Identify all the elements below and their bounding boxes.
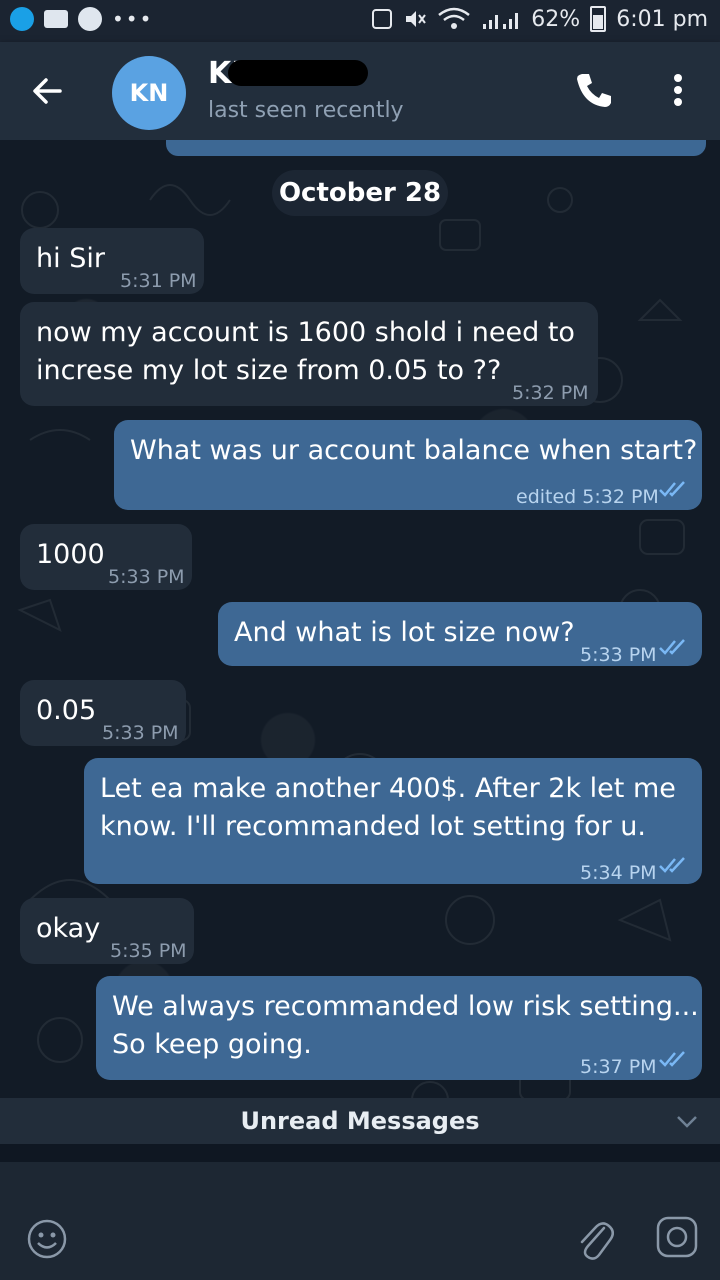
status-bar: ••• 62% 6:01 pm <box>0 0 720 42</box>
mail-icon <box>44 10 68 28</box>
arrow-left-icon <box>33 78 62 104</box>
read-receipt-icon <box>659 1051 685 1067</box>
message-time: 5:31 PM <box>120 270 197 292</box>
message-outgoing[interactable]: We always recommanded low risk setting..… <box>96 976 702 1080</box>
wifi-icon <box>438 7 471 29</box>
battery-icon <box>590 6 607 32</box>
system-icons: 62% 6:01 pm <box>371 6 708 32</box>
read-receipt-icon <box>659 481 685 497</box>
message-incoming[interactable]: okay 5:35 PM <box>20 898 194 964</box>
facebook-icon <box>78 7 102 31</box>
phone-icon <box>577 74 611 107</box>
camera-icon[interactable] <box>654 1214 700 1260</box>
read-receipt-icon <box>659 857 685 873</box>
paperclip-icon[interactable] <box>574 1216 614 1262</box>
message-time: 5:34 PM <box>580 862 657 884</box>
clock: 6:01 pm <box>616 6 708 32</box>
message-time: 5:33 PM <box>108 566 185 588</box>
battery-saver-icon <box>372 9 393 29</box>
message-time: edited 5:32 PM <box>516 486 659 508</box>
message-incoming[interactable]: 0.05 5:33 PM <box>20 680 186 746</box>
message-text: Let ea make another 400$. After 2k let m… <box>100 773 676 842</box>
previous-message-bubble <box>166 140 706 156</box>
battery-percent: 62% <box>531 6 581 32</box>
back-button[interactable] <box>24 68 70 114</box>
imo-app-icon <box>10 7 34 31</box>
mute-icon <box>406 11 427 27</box>
notification-icons: ••• <box>10 7 153 31</box>
message-outgoing[interactable]: Let ea make another 400$. After 2k let m… <box>84 758 702 884</box>
more-menu-button[interactable] <box>664 68 692 112</box>
message-time: 5:32 PM <box>512 382 589 404</box>
message-time: 5:35 PM <box>110 940 187 962</box>
more-notifications-icon: ••• <box>112 7 154 31</box>
message-incoming[interactable]: hi Sir 5:31 PM <box>20 228 204 294</box>
emoji-icon[interactable] <box>26 1218 68 1260</box>
message-text: hi Sir <box>36 243 105 274</box>
chat-header: KN KK NG last seen recently <box>0 42 720 140</box>
chevron-down-icon[interactable] <box>674 1108 700 1134</box>
unread-messages-divider: Unread Messages <box>0 1098 720 1144</box>
read-receipt-icon <box>659 639 685 655</box>
more-vertical-icon <box>674 74 682 106</box>
message-text: 1000 <box>36 539 105 570</box>
message-list[interactable]: October 28 hi Sir 5:31 PM now my account… <box>0 140 720 1140</box>
message-incoming[interactable]: 1000 5:33 PM <box>20 524 192 590</box>
message-incoming[interactable]: now my account is 1600 shold i need to i… <box>20 302 598 406</box>
message-text: And what is lot size now? <box>234 617 575 648</box>
message-time: 5:37 PM <box>580 1056 657 1078</box>
message-text: 0.05 <box>36 695 97 726</box>
message-text: What was ur account balance when start? <box>130 435 698 466</box>
redaction-mark <box>228 60 368 86</box>
signal-icon <box>483 13 519 29</box>
message-input-bar[interactable] <box>0 1162 720 1280</box>
last-seen-status: last seen recently <box>208 98 404 123</box>
message-outgoing[interactable]: What was ur account balance when start? … <box>114 420 702 510</box>
avatar[interactable]: KN <box>112 56 186 130</box>
message-time: 5:33 PM <box>580 644 657 666</box>
unread-label: Unread Messages <box>240 1107 480 1135</box>
message-text: okay <box>36 913 101 944</box>
date-separator: October 28 <box>272 170 448 216</box>
call-button[interactable] <box>572 68 616 112</box>
message-text: now my account is 1600 shold i need to i… <box>36 317 575 386</box>
message-outgoing[interactable]: And what is lot size now? 5:33 PM <box>218 602 702 666</box>
message-time: 5:33 PM <box>102 722 179 744</box>
